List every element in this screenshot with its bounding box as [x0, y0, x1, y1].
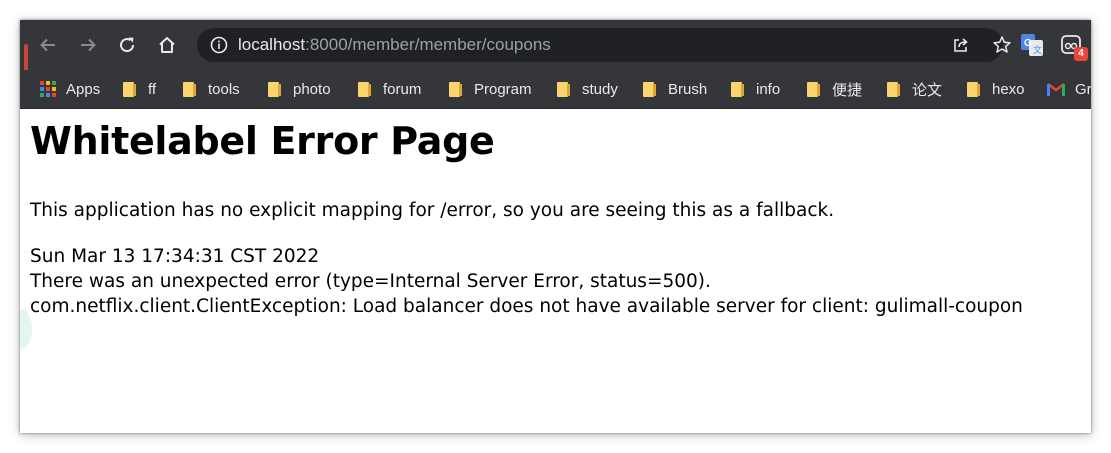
- bookmark-label: forum: [383, 80, 422, 98]
- bookmark-label: hexo: [992, 80, 1025, 98]
- bookmark-label: info: [756, 80, 781, 98]
- bookmark-label: tools: [208, 80, 240, 98]
- bookmark-folder-info[interactable]: info: [731, 70, 780, 108]
- folder-icon: [967, 81, 980, 97]
- bookmark-folder-tools[interactable]: tools: [183, 70, 240, 108]
- url-path: :8000/member/member/coupons: [305, 35, 551, 54]
- translate-extension-button[interactable]: G 文: [1021, 34, 1043, 56]
- arrow-right-icon: [81, 38, 96, 52]
- gmail-icon: [1047, 83, 1065, 96]
- svg-text:文: 文: [1033, 44, 1042, 55]
- bookmark-folder-photo[interactable]: photo: [268, 70, 331, 108]
- extension-badge-count: 4: [1078, 48, 1084, 59]
- folder-icon: [123, 81, 136, 97]
- folder-icon: [807, 81, 820, 97]
- error-status: There was an unexpected error (type=Inte…: [30, 271, 711, 292]
- bookmark-label: Program: [474, 80, 532, 98]
- folder-icon: [557, 81, 570, 97]
- folder-icon: [449, 81, 462, 97]
- apps-grid-icon: [40, 81, 56, 97]
- url-host: localhost: [238, 35, 306, 54]
- bookmark-folder-study[interactable]: study: [557, 70, 618, 108]
- bookmark-folder-brush[interactable]: Brush: [643, 70, 707, 108]
- extension-button[interactable]: 4: [1061, 34, 1088, 61]
- share-icon[interactable]: [952, 36, 970, 54]
- reload-button[interactable]: [114, 32, 140, 58]
- bookmark-label: Apps: [66, 80, 101, 98]
- folder-icon: [643, 81, 656, 97]
- fallback-message: This application has no explicit mapping…: [30, 200, 835, 221]
- browser-window: localhost:8000/member/member/coupons G 文: [20, 20, 1091, 433]
- bookmark-label: Brush: [668, 80, 708, 98]
- bookmark-folder-lunwen[interactable]: 论文: [887, 70, 942, 108]
- bookmark-gmail[interactable]: Gr: [1047, 70, 1091, 108]
- bookmark-folder-program[interactable]: Program: [449, 70, 532, 108]
- arrow-left-icon: [40, 38, 55, 52]
- bookmark-apps[interactable]: Apps: [40, 70, 100, 108]
- bookmark-folder-ff[interactable]: ff: [123, 70, 156, 108]
- bookmark-star-icon[interactable]: [992, 35, 1012, 55]
- bookmark-folder-bianjie[interactable]: 便捷: [807, 70, 862, 108]
- folder-icon: [268, 81, 281, 97]
- back-button[interactable]: [35, 32, 61, 58]
- folder-icon: [731, 81, 744, 97]
- folder-icon: [183, 81, 196, 97]
- info-icon[interactable]: [210, 36, 228, 54]
- bookmark-label: photo: [293, 80, 331, 98]
- home-button[interactable]: [154, 32, 180, 58]
- home-icon: [159, 37, 175, 53]
- address-bar[interactable]: localhost:8000/member/member/coupons: [197, 28, 1011, 62]
- error-timestamp: Sun Mar 13 17:34:31 CST 2022: [30, 246, 320, 267]
- bookmark-folder-hexo[interactable]: hexo: [967, 70, 1025, 108]
- folder-icon: [887, 81, 900, 97]
- bookmark-label: ff: [148, 80, 157, 98]
- bookmark-label: Gr: [1075, 80, 1091, 98]
- reload-icon: [120, 37, 135, 53]
- forward-button[interactable]: [75, 32, 101, 58]
- browser-toolbar: localhost:8000/member/member/coupons G 文: [20, 20, 1091, 102]
- translate-icon: G 文: [1021, 34, 1043, 56]
- url-text[interactable]: localhost:8000/member/member/coupons: [238, 35, 551, 55]
- page-content: Whitelabel Error Page This application h…: [20, 109, 1091, 433]
- bookmark-folder-forum[interactable]: forum: [358, 70, 421, 108]
- page-title: Whitelabel Error Page: [30, 119, 495, 163]
- svg-text:G: G: [1024, 38, 1032, 49]
- bookmark-label: 便捷: [832, 81, 863, 99]
- error-exception: com.netflix.client.ClientException: Load…: [30, 296, 1023, 317]
- bookmark-label: study: [582, 80, 618, 98]
- extension-badge: 4: [1074, 47, 1088, 61]
- folder-icon: [358, 81, 371, 97]
- bookmark-label: 论文: [912, 81, 943, 99]
- bookmarks-bar: Apps ff tools photo forum Program study: [20, 70, 1091, 109]
